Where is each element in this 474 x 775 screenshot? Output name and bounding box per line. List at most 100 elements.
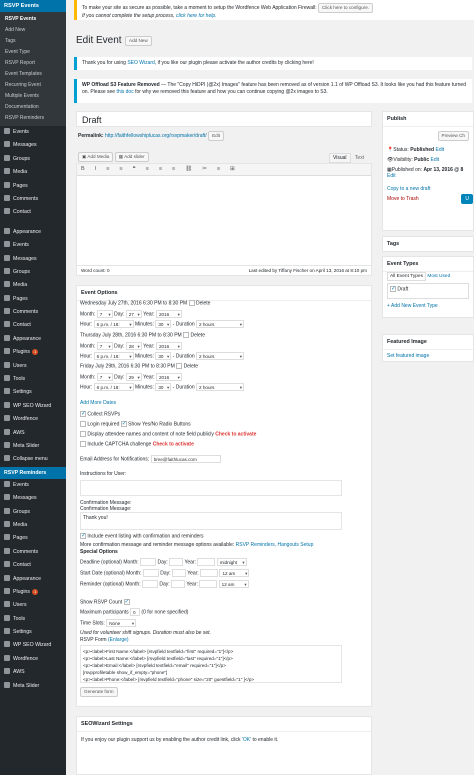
toolbar-button-7[interactable]: ≡ <box>172 166 175 172</box>
this-doc-link[interactable]: this doc <box>116 89 133 95</box>
toolbar-button-6[interactable]: ≡ <box>159 166 162 172</box>
sidebar-item-groups[interactable]: Groups <box>0 266 66 279</box>
sidebar-item-meta-slider[interactable]: Meta Slider <box>0 680 66 693</box>
sidebar-sub-multiple-events[interactable]: Multiple Events <box>0 91 66 102</box>
sidebar-sub-event-templates[interactable]: Event Templates <box>0 69 66 80</box>
tab-text[interactable]: Text <box>352 154 367 162</box>
month-select[interactable]: 7 <box>96 310 113 318</box>
sidebar-sub-event-type[interactable]: Event Type <box>0 47 66 58</box>
email-input[interactable] <box>150 455 221 463</box>
reminder-time-select[interactable]: 12 am <box>218 580 249 589</box>
sidebar-item-plugins[interactable]: Plugins 1 <box>0 346 66 359</box>
max-participants-input[interactable] <box>130 608 141 616</box>
sidebar-item-events[interactable]: Events <box>0 479 66 492</box>
display-attendee-checkbox[interactable] <box>80 431 86 437</box>
sidebar-item-groups[interactable]: Groups <box>0 506 66 519</box>
year-input[interactable] <box>199 580 218 588</box>
sidebar-item-events[interactable]: Events <box>0 126 66 139</box>
sidebar-item-contact[interactable]: Contact <box>0 319 66 332</box>
reminders-link[interactable]: RSVP Reminders, Hangouts Setup <box>236 542 314 548</box>
toolbar-button-5[interactable]: ≡ <box>146 166 149 172</box>
month-select[interactable]: 7 <box>96 341 113 350</box>
sidebar-item-events[interactable]: Events <box>0 239 66 252</box>
year-select[interactable]: 2016 <box>155 310 182 318</box>
tab-all-event-types[interactable]: All Event Types <box>387 272 426 281</box>
day-input[interactable] <box>169 558 184 566</box>
sidebar-item-plugins[interactable]: Plugins 1 <box>0 586 66 599</box>
sidebar-item-comments[interactable]: Comments <box>0 546 66 559</box>
month-select[interactable]: 7 <box>96 373 113 381</box>
sidebar-item-settings[interactable]: Settings <box>0 626 66 639</box>
add-media-button[interactable]: ▣ Add Media <box>78 152 114 162</box>
sidebar-item-collapse-menu[interactable]: Collapse menu <box>0 453 66 466</box>
collect-rsvps-checkbox[interactable] <box>80 410 86 417</box>
day-input[interactable] <box>171 580 186 588</box>
month-input[interactable] <box>142 569 159 577</box>
sidebar-item-tools[interactable]: Tools <box>0 613 66 626</box>
sidebar-section-rsvp-reminders[interactable]: RSVP Reminders <box>0 466 66 479</box>
add-event-type-link[interactable]: + Add New Event Type <box>383 301 473 311</box>
sidebar-sub-documentation[interactable]: Documentation <box>0 102 66 113</box>
toolbar-button-0[interactable]: B <box>81 166 85 172</box>
sidebar-item-users[interactable]: Users <box>0 360 66 373</box>
delete-date-checkbox[interactable] <box>176 363 183 369</box>
instructions-textarea[interactable] <box>80 480 342 496</box>
day-input[interactable] <box>171 569 186 577</box>
sidebar-sub-rsvp-events[interactable]: RSVP Events <box>0 14 66 25</box>
sidebar-item-wordfence[interactable]: Wordfence <box>0 653 66 666</box>
sidebar-item-appearance[interactable]: Appearance <box>0 573 66 586</box>
sidebar-sub-rsvp-report[interactable]: RSVP Report <box>0 58 66 69</box>
seo-wizard-link[interactable]: SEO Wizard <box>127 60 155 66</box>
preview-changes-button[interactable]: Preview Ch <box>437 131 469 141</box>
permalink-edit-button[interactable]: Edit <box>208 131 224 141</box>
hour-select[interactable]: 6 p.m. / 18: <box>93 383 134 391</box>
status-edit-link[interactable]: Edit <box>435 147 444 153</box>
move-to-trash-link[interactable]: Move to Trash <box>387 196 419 202</box>
tab-visual[interactable]: Visual <box>329 153 351 163</box>
sidebar-sub-tags[interactable]: Tags <box>0 36 66 47</box>
time-slots-select[interactable]: None <box>106 619 137 627</box>
duration-select[interactable]: 2 hours <box>196 320 245 328</box>
set-featured-image-link[interactable]: Set featured image <box>383 350 473 362</box>
minutes-select[interactable]: 30 <box>155 351 172 360</box>
sidebar-item-media[interactable]: Media <box>0 166 66 179</box>
day-select[interactable]: 29 <box>125 373 142 381</box>
sidebar-item-wp-seo-wizard[interactable]: WP SEO Wizard <box>0 639 66 652</box>
hour-select[interactable]: 6 p.m. / 18: <box>93 351 134 360</box>
content-editor[interactable]: B I ≡ ≡ ❝ ≡ ≡ ≡ ⛓ ✂ ≡ ⊞ <box>76 163 372 274</box>
sidebar-item-messages[interactable]: Messages <box>0 139 66 152</box>
permalink-url[interactable]: http://faithfellowshiplucas.org/rsvpmake… <box>105 133 207 139</box>
visibility-edit-link[interactable]: Edit <box>431 157 440 163</box>
post-title-input[interactable]: Draft <box>76 111 372 127</box>
toolbar-button-10[interactable]: ≡ <box>217 166 220 172</box>
sidebar-item-appearance[interactable]: Appearance <box>0 333 66 346</box>
sidebar-item-pages[interactable]: Pages <box>0 180 66 193</box>
enlarge-link[interactable]: (Enlarge) <box>108 637 129 643</box>
year-select[interactable]: 2016 <box>155 341 182 350</box>
add-more-dates-link[interactable]: Add More Dates <box>80 400 116 406</box>
add-slider-button[interactable]: ▦ Add slider <box>114 152 149 162</box>
year-input[interactable] <box>200 569 219 577</box>
published-edit-link[interactable]: Edit <box>387 173 396 179</box>
month-input[interactable] <box>142 580 158 588</box>
generate-form-button[interactable]: Generate form <box>80 687 118 697</box>
add-new-button[interactable]: Add New <box>125 36 152 46</box>
toolbar-button-9[interactable]: ✂ <box>202 166 207 172</box>
sidebar-item-pages[interactable]: Pages <box>0 293 66 306</box>
sidebar-item-aws[interactable]: AWS <box>0 666 66 679</box>
sidebar-item-contact[interactable]: Contact <box>0 559 66 572</box>
sidebar-sub-recurring-event[interactable]: Recurring Event <box>0 80 66 91</box>
duration-select[interactable]: 2 hours <box>196 383 245 391</box>
toolbar-button-4[interactable]: ❝ <box>133 166 136 172</box>
hour-select[interactable]: 6 p.m. / 18: <box>93 320 134 328</box>
sidebar-item-contact[interactable]: Contact <box>0 206 66 219</box>
year-input[interactable] <box>197 558 216 566</box>
deadline-time-select[interactable]: midnight <box>216 558 247 567</box>
sidebar-item-groups[interactable]: Groups <box>0 153 66 166</box>
show-count-checkbox[interactable] <box>123 598 130 605</box>
toolbar-button-8[interactable]: ⛓ <box>185 166 192 172</box>
sidebar-item-pages[interactable]: Pages <box>0 532 66 545</box>
help-link[interactable]: click here for help. <box>176 13 217 19</box>
sidebar-item-meta-slider[interactable]: Meta Slider <box>0 440 66 453</box>
sidebar-item-media[interactable]: Media <box>0 279 66 292</box>
